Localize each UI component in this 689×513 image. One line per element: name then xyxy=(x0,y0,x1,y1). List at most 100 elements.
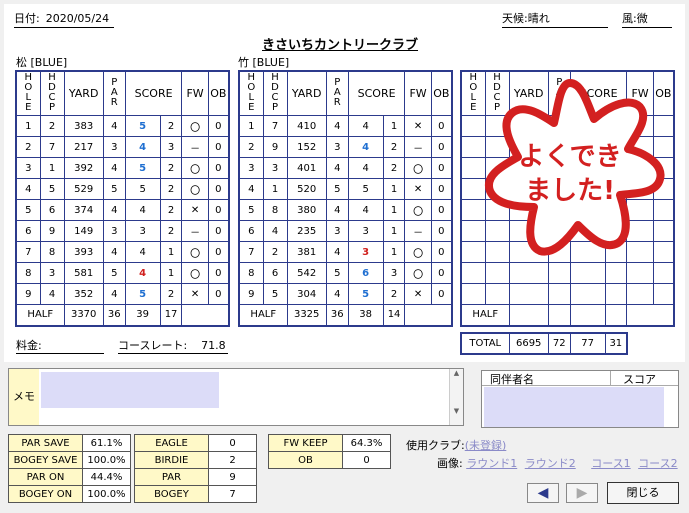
course2-link[interactable]: コース2 xyxy=(638,457,677,470)
ob-cell[interactable]: 0 xyxy=(207,199,230,221)
fw-cell[interactable]: 〇 xyxy=(181,262,209,284)
hdcp-cell: 7 xyxy=(39,136,65,158)
empty-cell[interactable] xyxy=(652,283,675,305)
putt-cell[interactable]: 1 xyxy=(382,178,406,200)
score-cell[interactable]: 4 xyxy=(347,199,384,221)
close-button[interactable]: 閉じる xyxy=(607,482,679,504)
putt-cell[interactable]: 2 xyxy=(382,157,406,179)
putt-cell[interactable]: 2 xyxy=(159,283,183,305)
fw-cell[interactable]: － xyxy=(181,220,209,242)
fw-cell[interactable]: － xyxy=(181,136,209,158)
score-cell[interactable]: 4 xyxy=(124,241,161,263)
ob-cell[interactable]: 0 xyxy=(430,115,453,137)
fw-cell[interactable]: － xyxy=(404,220,432,242)
col-hdcp: HDCP xyxy=(39,70,65,116)
memo-input[interactable] xyxy=(41,372,219,408)
prev-button[interactable]: ◀ xyxy=(527,483,559,503)
fw-cell[interactable]: 〇 xyxy=(181,241,209,263)
clubs-unregistered-link[interactable]: (未登録) xyxy=(465,439,507,452)
putt-cell[interactable]: 1 xyxy=(382,115,406,137)
putt-cell[interactable]: 2 xyxy=(159,115,183,137)
ob-cell[interactable]: 0 xyxy=(430,283,453,305)
ob-cell[interactable]: 0 xyxy=(430,220,453,242)
ob-cell[interactable]: 0 xyxy=(207,178,230,200)
ob-cell[interactable]: 0 xyxy=(207,115,230,137)
score-cell[interactable]: 5 xyxy=(124,157,161,179)
ob-cell[interactable]: 0 xyxy=(207,283,230,305)
score-cell[interactable]: 5 xyxy=(347,283,384,305)
score-cell[interactable]: 5 xyxy=(124,283,161,305)
empty-cell[interactable] xyxy=(460,283,486,305)
putt-cell[interactable]: 1 xyxy=(382,241,406,263)
score-cell[interactable]: 5 xyxy=(347,178,384,200)
ob-cell[interactable]: 0 xyxy=(430,199,453,221)
hole-cell: 6 xyxy=(15,220,41,242)
round1-link[interactable]: ラウンド1 xyxy=(466,457,517,470)
score-cell[interactable]: 4 xyxy=(124,262,161,284)
ob-cell[interactable]: 0 xyxy=(430,178,453,200)
companions-list[interactable] xyxy=(484,387,664,427)
putt-cell[interactable]: 3 xyxy=(382,262,406,284)
score-cell[interactable]: 3 xyxy=(347,241,384,263)
empty-cell[interactable] xyxy=(484,283,510,305)
empty-cell[interactable] xyxy=(547,283,571,305)
putt-cell[interactable]: 2 xyxy=(382,136,406,158)
fw-cell[interactable]: － xyxy=(404,136,432,158)
ob-cell[interactable]: 0 xyxy=(207,136,230,158)
score-cell[interactable]: 5 xyxy=(124,178,161,200)
score-cell[interactable]: 6 xyxy=(347,262,384,284)
fw-cell[interactable]: 〇 xyxy=(404,199,432,221)
score-cell[interactable]: 4 xyxy=(124,199,161,221)
ob-cell[interactable]: 0 xyxy=(430,157,453,179)
putt-cell[interactable]: 2 xyxy=(382,283,406,305)
fw-cell[interactable]: ✕ xyxy=(181,199,209,221)
scroll-down-icon[interactable]: ▼ xyxy=(450,407,463,415)
score-cell[interactable]: 4 xyxy=(347,136,384,158)
putt-cell[interactable]: 1 xyxy=(159,241,183,263)
putt-cell[interactable]: 1 xyxy=(382,220,406,242)
fw-cell[interactable]: ✕ xyxy=(181,283,209,305)
round2-link[interactable]: ラウンド2 xyxy=(525,457,576,470)
score-cell[interactable]: 4 xyxy=(124,136,161,158)
next-button[interactable]: ▶ xyxy=(566,483,598,503)
fw-cell[interactable]: ✕ xyxy=(404,178,432,200)
ob-cell[interactable]: 0 xyxy=(207,241,230,263)
empty-cell[interactable] xyxy=(604,283,628,305)
putt-cell[interactable]: 1 xyxy=(382,199,406,221)
ob-cell[interactable]: 0 xyxy=(207,157,230,179)
score-cell[interactable]: 4 xyxy=(347,115,384,137)
ob-cell[interactable]: 0 xyxy=(430,136,453,158)
empty-cell[interactable] xyxy=(569,283,606,305)
fw-cell[interactable]: 〇 xyxy=(181,157,209,179)
ob-cell[interactable]: 0 xyxy=(207,262,230,284)
fw-cell[interactable]: 〇 xyxy=(404,241,432,263)
fee-field: 料金: xyxy=(16,337,104,354)
putt-cell[interactable]: 2 xyxy=(159,199,183,221)
putt-cell[interactable]: 2 xyxy=(159,220,183,242)
course1-link[interactable]: コース1 xyxy=(591,457,630,470)
fw-cell[interactable]: 〇 xyxy=(181,115,209,137)
score-cell[interactable]: 4 xyxy=(347,157,384,179)
putt-cell[interactable]: 2 xyxy=(159,178,183,200)
fw-cell[interactable]: ✕ xyxy=(404,115,432,137)
fw-cell[interactable]: ✕ xyxy=(404,283,432,305)
stat-row: EAGLE 0 xyxy=(134,434,257,452)
putt-cell[interactable]: 2 xyxy=(159,157,183,179)
total-row-table: TOTAL 6695 72 77 31 xyxy=(460,332,628,355)
empty-cell[interactable] xyxy=(626,283,654,305)
ob-cell[interactable]: 0 xyxy=(430,262,453,284)
memo-scrollbar[interactable]: ▲ ▼ xyxy=(449,369,463,425)
yard-cell: 529 xyxy=(63,178,104,200)
fw-cell[interactable]: 〇 xyxy=(404,157,432,179)
ob-cell[interactable]: 0 xyxy=(430,241,453,263)
scroll-up-icon[interactable]: ▲ xyxy=(450,369,463,377)
putt-cell[interactable]: 1 xyxy=(159,262,183,284)
fw-cell[interactable]: 〇 xyxy=(404,262,432,284)
score-cell[interactable]: 5 xyxy=(124,115,161,137)
score-cell[interactable]: 3 xyxy=(124,220,161,242)
score-cell[interactable]: 3 xyxy=(347,220,384,242)
fw-cell[interactable]: 〇 xyxy=(181,178,209,200)
putt-cell[interactable]: 3 xyxy=(159,136,183,158)
ob-cell[interactable]: 0 xyxy=(207,220,230,242)
empty-cell[interactable] xyxy=(508,283,549,305)
